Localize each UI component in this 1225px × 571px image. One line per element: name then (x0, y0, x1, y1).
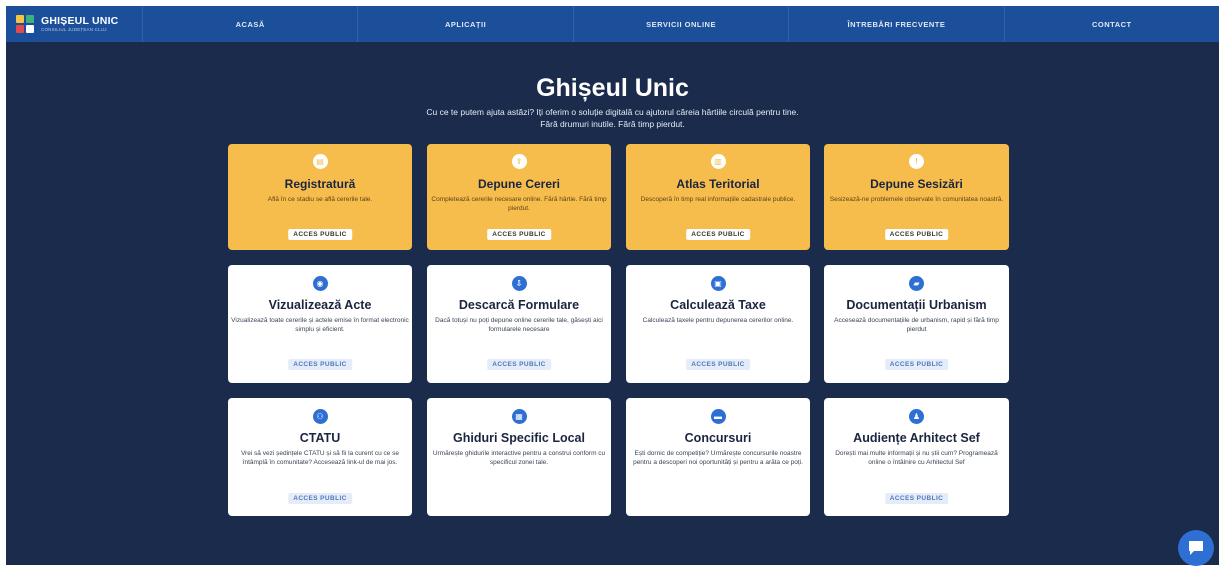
map-icon: ▥ (710, 154, 726, 169)
city-icon: ▦ (511, 409, 527, 424)
card-title: Registratură (284, 177, 356, 191)
brand-subtitle: CONSILIUL JUDEȚEAN CLUJ (41, 27, 107, 32)
nav-acasa[interactable]: ACASĂ (143, 6, 359, 42)
card-calculeaza-taxe[interactable]: ▣ Calculează Taxe Calculează taxele pent… (626, 265, 810, 383)
card-audiente-arhitect-sef[interactable]: ♟ Audiențe Arhitect Sef Dorești mai mult… (824, 398, 1009, 516)
card-description: Descoperă în timp real informațiile cada… (640, 196, 796, 203)
card-concursuri[interactable]: ▬ Concursuri Ești dornic de competiție? … (626, 398, 810, 516)
id-card-icon: ▬ (710, 409, 726, 424)
card-registratura[interactable]: ▤ Registratură Află în ce stadiu se află… (228, 144, 412, 250)
acces-public-button[interactable]: ACCES PUBLIC (288, 359, 352, 370)
page-subtitle: Cu ce te putem ajuta astăzi? Iți oferim … (6, 106, 1219, 130)
brand-title: GHIȘEUL UNIC (41, 14, 119, 27)
card-atlas-teritorial[interactable]: ▥ Atlas Teritorial Descoperă în timp rea… (626, 144, 810, 250)
money-icon: ▣ (710, 276, 726, 291)
nav-aplicatii[interactable]: APLICAȚII (358, 6, 574, 42)
card-description: Completează cererile necesare online. Fă… (431, 196, 607, 212)
card-title: CTATU (299, 431, 341, 445)
card-title: Depune Sesizări (870, 177, 963, 191)
card-description: Vrei să vezi ședințele CTATU și să fii l… (240, 450, 400, 466)
card-description: Dorești mai multe informații și nu știi … (835, 450, 998, 466)
card-title: Concursuri (684, 431, 752, 445)
brand-logo-icon (16, 15, 34, 33)
card-documentatii-urbanism[interactable]: ▰ Documentații Urbanism Accesează docume… (824, 265, 1009, 383)
chat-button[interactable] (1178, 530, 1214, 566)
card-depune-sesizari[interactable]: ! Depune Sesizări Sesizează-ne problemel… (824, 144, 1009, 250)
chat-icon (1189, 541, 1203, 555)
top-navbar: GHIȘEUL UNIC CONSILIUL JUDEȚEAN CLUJ ACA… (6, 6, 1219, 42)
card-description: Accesează documentațiile de urbanism, ra… (834, 317, 999, 333)
users-icon: ⚇ (312, 409, 328, 424)
acces-public-button[interactable]: ACCES PUBLIC (288, 493, 352, 504)
card-description: Află în ce stadiu se află cererile tale. (267, 196, 373, 203)
card-description: Vizualizează toate cererile și actele em… (231, 317, 409, 333)
card-ctatu[interactable]: ⚇ CTATU Vrei să vezi ședințele CTATU și … (228, 398, 412, 516)
card-title: Ghiduri Specific Local (453, 431, 585, 445)
card-title: Descarcă Formulare (458, 298, 580, 312)
acces-public-button[interactable]: ACCES PUBLIC (884, 229, 949, 240)
card-description: Calculează taxele pentru depunerea cerer… (642, 317, 794, 324)
subtitle-line-1: Cu ce te putem ajuta astăzi? Iți oferim … (426, 107, 799, 117)
acces-public-button[interactable]: ACCES PUBLIC (884, 493, 949, 504)
brand[interactable]: GHIȘEUL UNIC CONSILIUL JUDEȚEAN CLUJ (6, 6, 143, 42)
card-title: Calculează Taxe (670, 298, 766, 312)
card-title: Audiențe Arhitect Sef (853, 431, 980, 445)
folder-icon: ▰ (909, 276, 924, 291)
card-descarca-formulare[interactable]: ⇩ Descarcă Formulare Dacă totuși nu poți… (427, 265, 611, 383)
card-title: Atlas Teritorial (676, 177, 760, 191)
card-description: Sesizează-ne problemele observate în com… (829, 196, 1004, 203)
file-download-icon: ⇩ (511, 276, 527, 291)
subtitle-line-2: Fără drumuri inutile. Fără timp pierdut. (540, 119, 685, 129)
card-title: Vizualizează Acte (268, 298, 372, 312)
nav-servicii-online[interactable]: SERVICII ONLINE (574, 6, 790, 42)
acces-public-button[interactable]: ACCES PUBLIC (884, 359, 949, 370)
acces-public-button[interactable]: ACCES PUBLIC (686, 229, 750, 240)
card-title: Depune Cereri (477, 177, 561, 191)
app-frame: GHIȘEUL UNIC CONSILIUL JUDEȚEAN CLUJ ACA… (6, 6, 1219, 565)
card-description: Dacă totuși nu poți depune online cereri… (435, 317, 603, 333)
user-tie-icon: ♟ (909, 409, 924, 424)
card-description: Urmărește ghidurile interactive pentru a… (432, 450, 606, 466)
file-upload-icon: ⇪ (511, 154, 527, 169)
acces-public-button[interactable]: ACCES PUBLIC (288, 229, 352, 240)
acces-public-button[interactable]: ACCES PUBLIC (487, 359, 551, 370)
exclamation-icon: ! (909, 154, 924, 169)
nav-contact[interactable]: CONTACT (1005, 6, 1219, 42)
eye-icon: ◉ (312, 276, 328, 291)
nav-intrebari-frecvente[interactable]: ÎNTREBĂRI FRECVENTE (789, 6, 1005, 42)
card-ghiduri-specific-local[interactable]: ▦ Ghiduri Specific Local Urmărește ghidu… (427, 398, 611, 516)
page-title: Ghișeul Unic (536, 74, 689, 102)
document-icon: ▤ (312, 154, 328, 169)
card-description: Ești dornic de competiție? Urmărește con… (633, 450, 803, 466)
card-depune-cereri[interactable]: ⇪ Depune Cereri Completează cererile nec… (427, 144, 611, 250)
acces-public-button[interactable]: ACCES PUBLIC (487, 229, 551, 240)
card-vizualizeaza-acte[interactable]: ◉ Vizualizează Acte Vizualizează toate c… (228, 265, 412, 383)
acces-public-button[interactable]: ACCES PUBLIC (686, 359, 750, 370)
card-title: Documentații Urbanism (846, 298, 987, 312)
